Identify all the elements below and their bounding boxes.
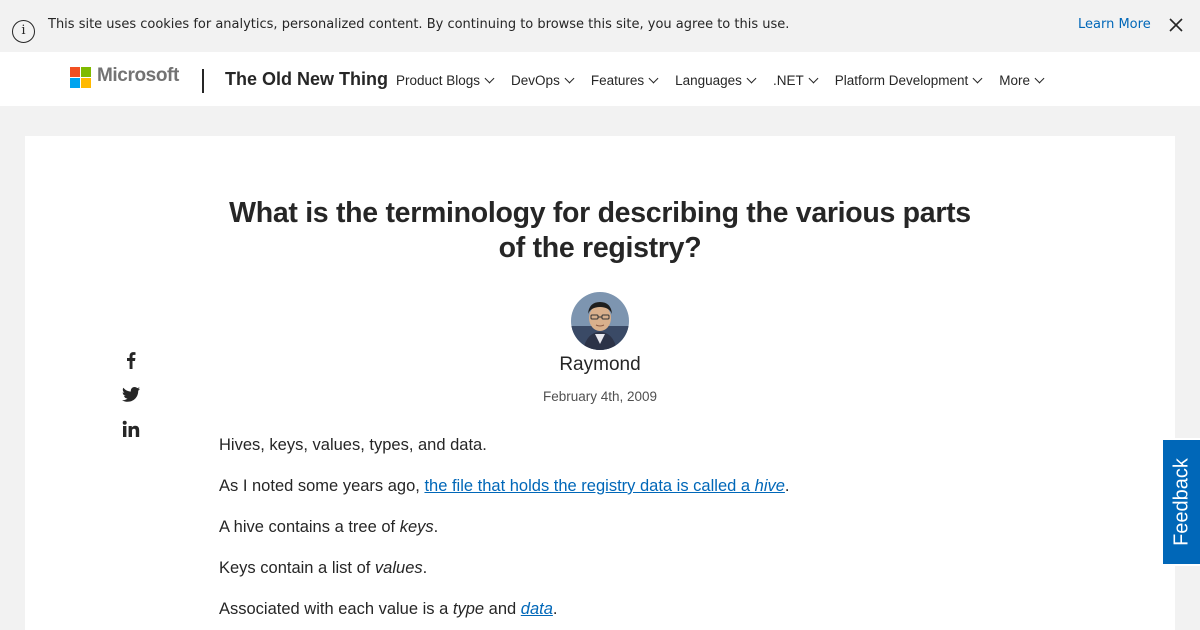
nav-label: .NET xyxy=(772,73,804,88)
nav-features[interactable]: Features xyxy=(590,73,659,88)
nav-label: Platform Development xyxy=(834,73,969,88)
close-icon[interactable] xyxy=(1166,15,1186,35)
nav-label: Product Blogs xyxy=(396,73,481,88)
feedback-button[interactable]: Feedback xyxy=(1161,438,1200,566)
paragraph-text: . xyxy=(433,518,439,536)
chevron-down-icon xyxy=(808,73,819,84)
emphasis: keys xyxy=(399,518,434,536)
chevron-down-icon xyxy=(1034,73,1045,84)
chevron-down-icon xyxy=(484,73,495,84)
hive-link[interactable]: the file that holds the registry data is… xyxy=(424,477,784,495)
site-title-link[interactable]: The Old New Thing xyxy=(225,69,388,90)
paragraph-2: As I noted some years ago, the file that… xyxy=(219,477,790,496)
chevron-down-icon xyxy=(972,73,983,84)
facebook-icon[interactable] xyxy=(121,350,141,370)
author-avatar[interactable] xyxy=(571,292,629,350)
learn-more-link[interactable]: Learn More xyxy=(1078,17,1151,32)
emphasis: type xyxy=(452,600,485,618)
paragraph-text: and xyxy=(484,600,521,618)
link-text: the file that holds the registry data is… xyxy=(424,477,755,495)
twitter-icon[interactable] xyxy=(121,384,141,404)
paragraph-text: Associated with each value is a xyxy=(219,600,453,618)
nav-label: More xyxy=(999,73,1031,88)
nav-languages[interactable]: Languages xyxy=(675,73,757,88)
emphasis: values xyxy=(374,559,423,577)
site-header: Microsoft The Old New Thing Product Blog… xyxy=(0,52,1200,106)
nav-dotnet[interactable]: .NET xyxy=(772,73,819,88)
paragraph-4: Keys contain a list of values. xyxy=(219,559,427,578)
nav-platform-development[interactable]: Platform Development xyxy=(834,73,983,88)
paragraph-text: . xyxy=(422,559,428,577)
link-emphasis: hive xyxy=(754,477,785,495)
logo-text: Microsoft xyxy=(97,65,179,86)
paragraph-5: Associated with each value is a type and… xyxy=(219,600,558,619)
nav-label: Features xyxy=(590,73,645,88)
header-divider xyxy=(202,69,204,93)
paragraph-1: Hives, keys, values, types, and data. xyxy=(219,436,487,454)
article-title: What is the terminology for describing t… xyxy=(229,197,971,264)
feedback-label: Feedback xyxy=(1170,458,1192,546)
link-emphasis: data xyxy=(520,600,553,618)
main-nav: Product Blogs DevOps Features Languages … xyxy=(396,73,1061,88)
info-icon: i xyxy=(12,20,35,43)
chevron-down-icon xyxy=(648,73,659,84)
nav-label: DevOps xyxy=(511,73,560,88)
nav-devops[interactable]: DevOps xyxy=(511,73,575,88)
paragraph-text: A hive contains a tree of xyxy=(219,518,400,536)
paragraph-text: Keys contain a list of xyxy=(219,559,375,577)
data-link[interactable]: data xyxy=(521,600,553,618)
paragraph-text: . xyxy=(784,477,790,495)
linkedin-icon[interactable] xyxy=(121,419,141,439)
publish-date: February 4th, 2009 xyxy=(542,389,658,404)
article-card: What is the terminology for describing t… xyxy=(25,136,1175,630)
paragraph-text: . xyxy=(552,600,558,618)
nav-label: Languages xyxy=(675,73,742,88)
nav-product-blogs[interactable]: Product Blogs xyxy=(396,73,495,88)
cookie-banner: i This site uses cookies for analytics, … xyxy=(0,0,1200,52)
nav-more[interactable]: More xyxy=(999,73,1045,88)
chevron-down-icon xyxy=(564,73,575,84)
microsoft-logo[interactable]: Microsoft xyxy=(70,65,182,90)
paragraph-text: As I noted some years ago, xyxy=(219,477,425,495)
chevron-down-icon xyxy=(746,73,757,84)
author-name[interactable]: Raymond xyxy=(475,354,725,376)
cookie-message: This site uses cookies for analytics, pe… xyxy=(48,17,790,32)
paragraph-3: A hive contains a tree of keys. xyxy=(219,518,438,537)
